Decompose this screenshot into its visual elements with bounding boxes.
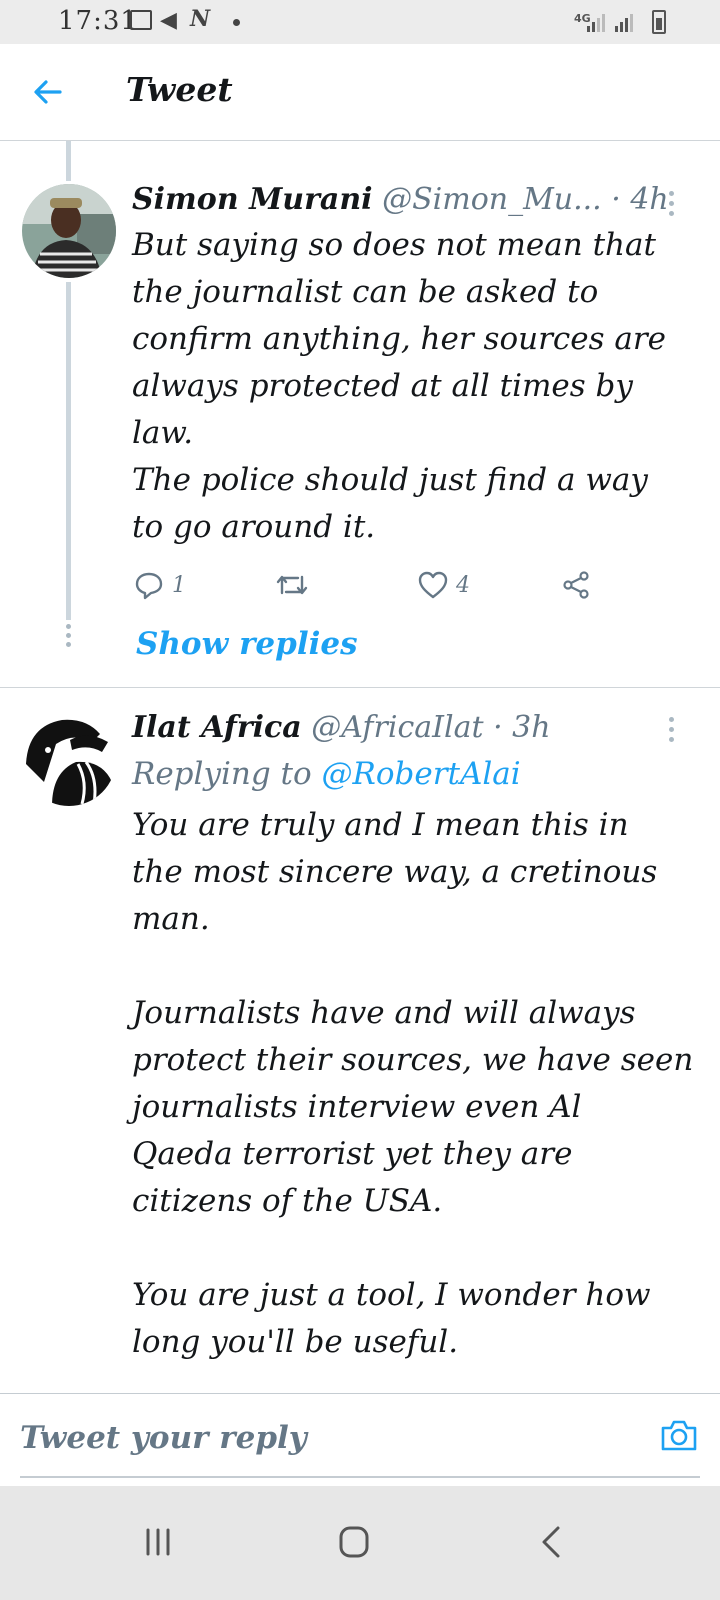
notification-dot: [233, 19, 240, 26]
author-name[interactable]: Ilat Africa: [132, 710, 302, 745]
system-nav-bar: [0, 1486, 720, 1600]
share-button[interactable]: [562, 571, 590, 599]
author-name[interactable]: Simon Murani: [132, 182, 373, 217]
status-time: 17:31: [58, 6, 138, 36]
avatar[interactable]: [22, 184, 116, 278]
avatar[interactable]: [22, 712, 116, 806]
mention-link[interactable]: @RobertAlai: [322, 756, 521, 792]
replying-to: Replying to @RobertAlai: [132, 756, 521, 792]
retweet-icon: [276, 575, 308, 595]
app-header: Tweet: [0, 44, 720, 141]
tweet-text: You are truly and I mean this in the mos…: [132, 807, 694, 1360]
author-handle[interactable]: @AfricaIlat: [311, 710, 483, 745]
gallery-icon: [130, 10, 152, 30]
share-icon: [563, 571, 589, 599]
n-app-icon: N: [190, 6, 211, 32]
tweet-time: · 4h: [611, 182, 669, 217]
like-count: 4: [456, 572, 470, 598]
tweet-text: But saying so does not mean that the jou…: [132, 227, 667, 545]
author-handle[interactable]: @Simon_Mu...: [382, 182, 602, 217]
thread-dots: [66, 624, 71, 651]
reply-button[interactable]: 1: [134, 570, 186, 600]
more-options-icon[interactable]: [669, 191, 677, 219]
back-nav-icon[interactable]: [532, 1524, 572, 1560]
like-button[interactable]: 4: [418, 571, 470, 599]
tweet-header: Ilat Africa @AfricaIlat · 3h: [132, 710, 551, 745]
show-replies-link[interactable]: Show replies: [136, 626, 358, 662]
reply-count: 1: [172, 572, 186, 598]
recent-apps-icon[interactable]: [138, 1524, 178, 1560]
heart-icon: [418, 571, 448, 599]
retweet-button[interactable]: [276, 571, 308, 599]
telegram-icon: ◀: [160, 8, 177, 33]
tweet-time: · 3h: [493, 710, 551, 745]
more-options-icon[interactable]: [669, 717, 677, 745]
arrow-left-icon[interactable]: [32, 76, 64, 108]
thread-line: [66, 141, 71, 181]
reply-composer: [0, 1393, 720, 1486]
signal-icon: [615, 14, 633, 32]
home-icon[interactable]: [334, 1524, 374, 1560]
tweet-header: Simon Murani @Simon_Mu... · 4h: [132, 182, 669, 217]
signal-icon: [587, 14, 605, 32]
replying-label: Replying to: [132, 756, 312, 792]
divider: [0, 687, 720, 688]
input-underline: [20, 1476, 700, 1478]
reply-input[interactable]: [20, 1416, 600, 1460]
status-bar: 17:31 ◀ N 4G: [0, 0, 720, 44]
camera-icon[interactable]: [660, 1418, 698, 1452]
thread-line: [66, 282, 71, 620]
battery-icon: [652, 10, 666, 34]
page-title: Tweet: [126, 70, 233, 109]
reply-icon: [135, 572, 163, 600]
